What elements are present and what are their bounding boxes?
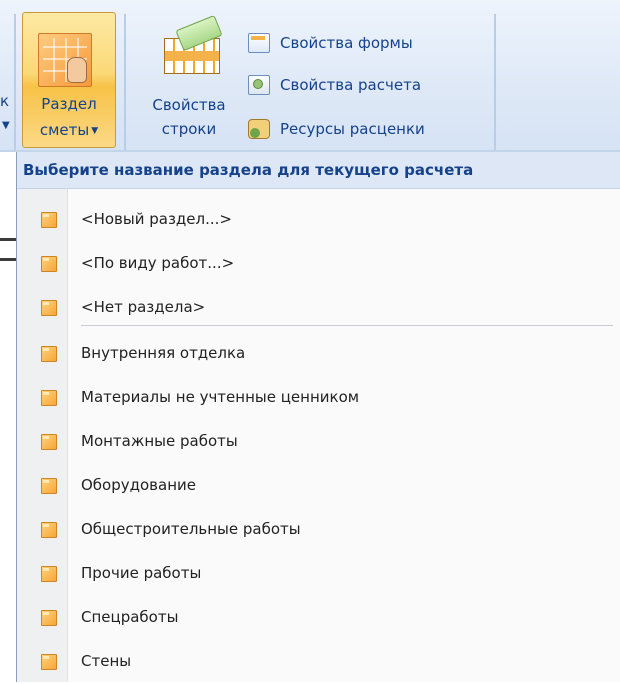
price-resources-button[interactable]: Ресурсы расценки (248, 116, 425, 142)
section-icon (41, 256, 57, 272)
menu-item-label: Прочие работы (81, 564, 202, 582)
menu-item-label: Материалы не учтенные ценником (81, 388, 360, 406)
price-resources-icon (248, 119, 270, 139)
row-properties-icon[interactable] (158, 14, 223, 74)
dropdown-header: Выберите название раздела для текущего р… (17, 152, 620, 189)
section-icon (41, 654, 57, 670)
clipped-ribbon-label[interactable]: к (0, 92, 9, 110)
menu-item-label: Стены (81, 652, 132, 670)
group-divider (14, 14, 16, 150)
menu-item-section[interactable]: Стены (17, 640, 620, 684)
row-properties-label-line1[interactable]: Свойства (140, 96, 238, 114)
form-properties-button[interactable]: Свойства формы (248, 30, 413, 56)
dropdown-header-text: Выберите название раздела для текущего р… (23, 161, 474, 179)
calc-properties-button[interactable]: Свойства расчета (248, 72, 421, 98)
menu-item-new-section[interactable]: <Новый раздел...> (17, 198, 620, 242)
menu-item-label: <Нет раздела> (81, 298, 206, 316)
background-line (0, 258, 16, 261)
menu-item-label: Оборудование (81, 476, 196, 494)
section-dropdown-menu: Выберите название раздела для текущего р… (16, 152, 620, 682)
menu-separator (81, 325, 613, 326)
menu-item-section[interactable]: Общестроительные работы (17, 508, 620, 552)
menu-item-label: Спецработы (81, 608, 179, 626)
estimate-section-button[interactable]: Раздел сметы ▼ (22, 12, 116, 148)
menu-item-section[interactable]: Спецработы (17, 596, 620, 640)
section-icon (41, 212, 57, 228)
menu-item-section[interactable]: Оборудование (17, 464, 620, 508)
menu-item-no-section[interactable]: <Нет раздела> (17, 286, 620, 330)
menu-item-section[interactable]: Прочие работы (17, 552, 620, 596)
estimate-section-label-line2: сметы ▼ (39, 121, 99, 139)
calc-properties-icon (248, 75, 270, 95)
section-icon (41, 434, 57, 450)
menu-item-label: Общестроительные работы (81, 520, 301, 538)
section-icon (41, 610, 57, 626)
price-resources-label: Ресурсы расценки (280, 120, 425, 138)
menu-item-label: <По виду работ...> (81, 254, 235, 272)
row-properties-label-line2[interactable]: строки (140, 120, 238, 138)
group-divider (494, 14, 496, 150)
section-icon (41, 566, 57, 582)
group-divider (124, 14, 126, 150)
section-icon (41, 522, 57, 538)
menu-item-label: Внутренняя отделка (81, 344, 246, 362)
menu-item-label: <Новый раздел...> (81, 210, 232, 228)
chevron-down-icon[interactable]: ▼ (2, 120, 10, 131)
section-icon (41, 478, 57, 494)
menu-item-section[interactable]: Материалы не учтенные ценником (17, 376, 620, 420)
chevron-down-icon: ▼ (91, 126, 99, 136)
menu-item-section[interactable]: Монтажные работы (17, 420, 620, 464)
calc-properties-label: Свойства расчета (280, 76, 422, 94)
form-properties-label: Свойства формы (280, 34, 413, 52)
menu-item-section[interactable]: Внутренняя отделка (17, 332, 620, 376)
section-icon (41, 390, 57, 406)
menu-item-label: Монтажные работы (81, 432, 238, 450)
hand-pointer-icon (67, 57, 87, 83)
section-icon (41, 300, 57, 316)
section-icon (41, 346, 57, 362)
background-line (0, 238, 16, 241)
ribbon: к ▼ Раздел сметы ▼ Свойства строки Свойст… (0, 0, 620, 152)
menu-item-by-work-type[interactable]: <По виду работ...> (17, 242, 620, 286)
estimate-section-label-line1: Раздел (41, 95, 97, 113)
form-properties-icon (248, 33, 270, 53)
